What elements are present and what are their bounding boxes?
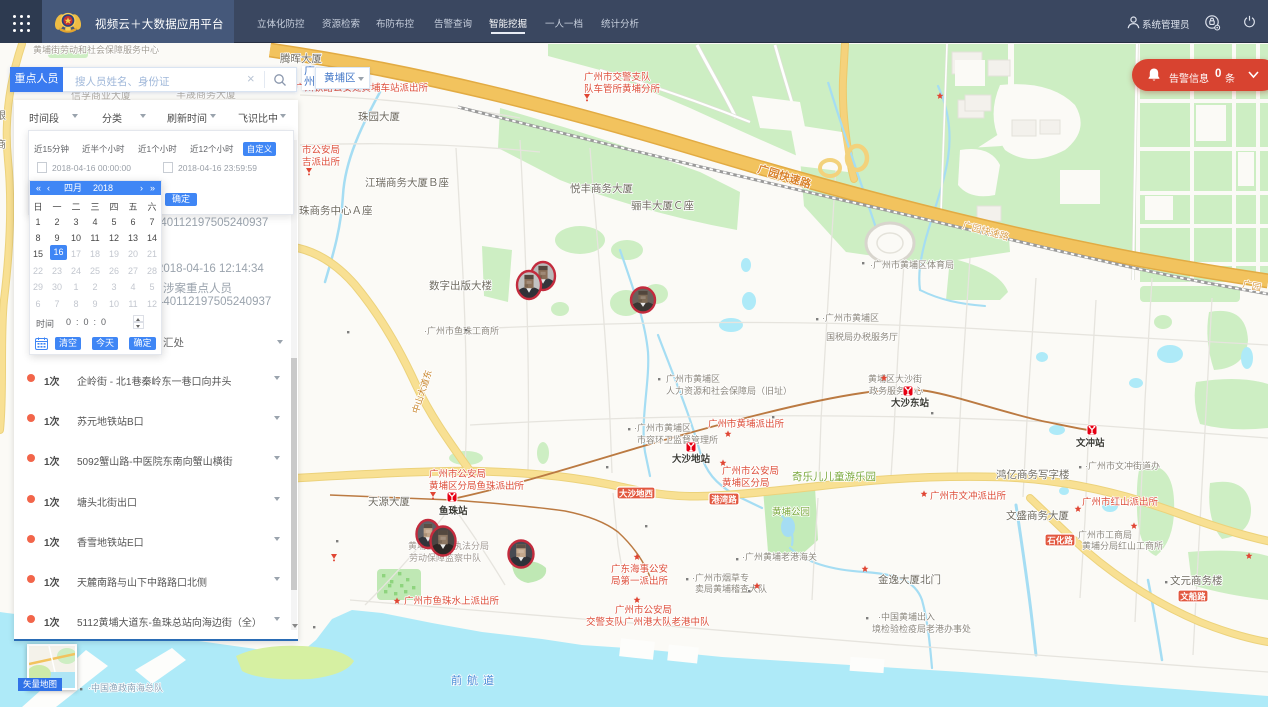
svg-text:江瑞商务大厦Ｂ座: 江瑞商务大厦Ｂ座 xyxy=(365,176,449,189)
svg-text:珠商务中心Ａ座: 珠商务中心Ａ座 xyxy=(299,204,373,217)
svg-text:·广州市鱼珠工商所: ·广州市鱼珠工商所 xyxy=(424,325,499,336)
svg-text:大沙地站: 大沙地站 xyxy=(672,453,711,465)
svg-text:珠园大厦: 珠园大厦 xyxy=(358,110,400,123)
svg-text:广州市工商局: 广州市工商局 xyxy=(1078,529,1132,540)
svg-text:黄埔区大沙街: 黄埔区大沙街 xyxy=(868,373,922,384)
svg-text:·广州市烟草专: ·广州市烟草专 xyxy=(692,572,749,583)
svg-text:人力资源和社会保障局（旧址）: 人力资源和社会保障局（旧址） xyxy=(666,385,792,396)
svg-text:·中国黄埔出入: ·中国黄埔出入 xyxy=(878,611,935,622)
svg-text:·中国渔政南海总队: ·中国渔政南海总队 xyxy=(88,682,163,693)
svg-text:商: 商 xyxy=(0,138,6,151)
svg-text:国税局办税服务厅: 国税局办税服务厅 xyxy=(826,331,898,342)
svg-text:广州市公安局: 广州市公安局 xyxy=(429,468,486,480)
svg-text:黄埔公园: 黄埔公园 xyxy=(772,506,810,518)
svg-text:·广州市黄埔区体育局: ·广州市黄埔区体育局 xyxy=(870,259,954,270)
svg-text:石化路: 石化路 xyxy=(1046,536,1073,546)
svg-text:广州市鱼珠水上派出所: 广州市鱼珠水上派出所 xyxy=(404,595,500,607)
svg-text:前航道: 前航道 xyxy=(451,673,499,687)
svg-text:广州市交警支队: 广州市交警支队 xyxy=(584,71,651,83)
svg-text:广州市黄埔派出所: 广州市黄埔派出所 xyxy=(708,418,785,430)
svg-text:广州市公安局: 广州市公安局 xyxy=(722,465,779,477)
svg-text:广东海事公安: 广东海事公安 xyxy=(611,563,668,575)
svg-text:广州市红山派出所: 广州市红山派出所 xyxy=(1082,496,1159,508)
svg-text:文船路: 文船路 xyxy=(1180,592,1206,602)
svg-text:广州市公安局: 广州市公安局 xyxy=(615,604,672,616)
svg-text:数字出版大楼: 数字出版大楼 xyxy=(429,279,492,292)
svg-text:·广州市黄埔区: ·广州市黄埔区 xyxy=(822,312,879,323)
svg-text:奇乐儿儿童游乐园: 奇乐儿儿童游乐园 xyxy=(792,470,876,483)
svg-text:黄埔分局红山工商所: 黄埔分局红山工商所 xyxy=(1082,540,1163,551)
svg-text:骊丰大厦Ｃ座: 骊丰大厦Ｃ座 xyxy=(631,199,694,212)
svg-text:交警支队广州港大队老港中队: 交警支队广州港大队老港中队 xyxy=(586,616,710,628)
svg-text:·广州市黄埔区: ·广州市黄埔区 xyxy=(634,422,691,433)
svg-text:·广州黄埔老港海关: ·广州黄埔老港海关 xyxy=(742,551,817,562)
svg-text:大沙地西: 大沙地西 xyxy=(619,489,654,499)
svg-text:市容环卫监督管理所: 市容环卫监督管理所 xyxy=(637,434,718,445)
svg-text:·广州市文冲街道办: ·广州市文冲街道办 xyxy=(1085,460,1160,471)
svg-text:局第一派出所: 局第一派出所 xyxy=(611,575,669,587)
svg-text:文盛商务大厦: 文盛商务大厦 xyxy=(1006,509,1069,522)
svg-text:天源大厦: 天源大厦 xyxy=(368,495,410,508)
svg-text:市公安局: 市公安局 xyxy=(302,144,340,156)
svg-text:港湾路: 港湾路 xyxy=(711,495,737,505)
svg-text:鸿亿商务写字楼: 鸿亿商务写字楼 xyxy=(996,468,1070,481)
svg-text:广州市黄埔区: 广州市黄埔区 xyxy=(666,373,720,384)
svg-text:队车管所黄埔分所: 队车管所黄埔分所 xyxy=(584,83,661,95)
svg-text:根: 根 xyxy=(0,109,6,122)
svg-text:腾晖大厦: 腾晖大厦 xyxy=(280,52,322,65)
svg-text:境检验检疫局老港办事处: 境检验检疫局老港办事处 xyxy=(872,623,971,634)
svg-text:悦丰商务大厦: 悦丰商务大厦 xyxy=(570,182,633,195)
svg-text:黄埔区分局: 黄埔区分局 xyxy=(722,477,770,489)
svg-text:大沙东站: 大沙东站 xyxy=(891,397,930,409)
svg-text:黄埔区分局鱼珠派出所: 黄埔区分局鱼珠派出所 xyxy=(429,480,525,492)
svg-text:鱼珠站: 鱼珠站 xyxy=(439,505,468,517)
svg-text:文元商务楼: 文元商务楼 xyxy=(1170,574,1223,587)
svg-text:金逸大厦北门: 金逸大厦北门 xyxy=(878,573,941,586)
svg-text:政务服务中心: 政务服务中心 xyxy=(869,385,923,396)
svg-text:文冲站: 文冲站 xyxy=(1075,437,1105,449)
svg-text:吉派出所: 吉派出所 xyxy=(302,156,341,168)
svg-text:黄埔街劳动和社会保障服务中心: 黄埔街劳动和社会保障服务中心 xyxy=(33,44,159,55)
svg-text:广州市文冲派出所: 广州市文冲派出所 xyxy=(930,490,1007,502)
